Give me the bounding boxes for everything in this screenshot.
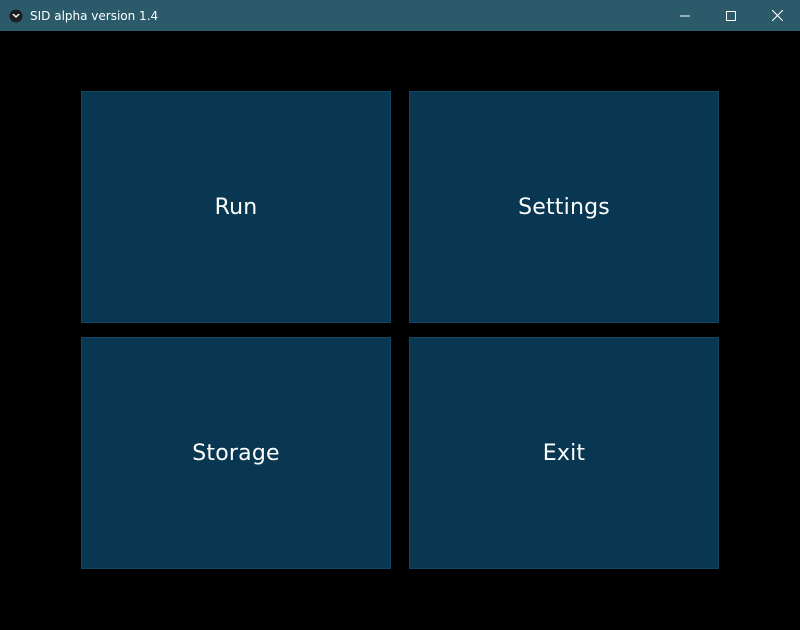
run-button[interactable]: Run <box>81 91 391 323</box>
window-controls <box>662 0 800 31</box>
exit-button-label: Exit <box>542 440 586 466</box>
maximize-button[interactable] <box>708 0 754 31</box>
exit-button[interactable]: Exit <box>409 337 719 569</box>
title-bar[interactable]: SID alpha version 1.4 <box>0 0 800 31</box>
minimize-icon <box>680 6 690 25</box>
storage-button[interactable]: Storage <box>81 337 391 569</box>
close-icon <box>771 6 783 25</box>
settings-button-label: Settings <box>518 194 610 220</box>
run-button-label: Run <box>214 194 258 220</box>
maximize-icon <box>726 6 736 25</box>
storage-button-label: Storage <box>192 440 280 466</box>
bird-logo-icon <box>9 9 23 23</box>
window-title: SID alpha version 1.4 <box>30 8 159 23</box>
close-button[interactable] <box>754 0 800 31</box>
minimize-button[interactable] <box>662 0 708 31</box>
app-window: SID alpha version 1.4 Run Settings Stora… <box>0 0 800 630</box>
settings-button[interactable]: Settings <box>409 91 719 323</box>
